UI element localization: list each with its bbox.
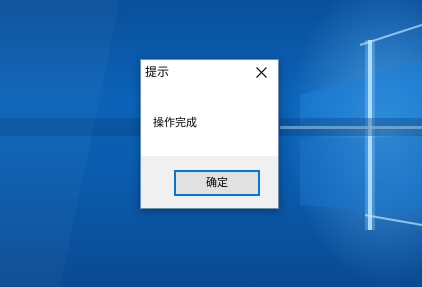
dialog-titlebar[interactable]: 提示	[141, 60, 278, 86]
close-button[interactable]	[244, 60, 278, 86]
dialog-footer: 确定	[141, 156, 278, 208]
ok-button[interactable]: 确定	[174, 170, 260, 196]
dialog-title: 提示	[145, 65, 170, 79]
dialog-content: 操作完成	[141, 86, 278, 156]
dialog-message: 操作完成	[153, 116, 197, 129]
close-icon	[256, 67, 267, 78]
message-dialog: 提示 操作完成 确定	[140, 59, 279, 209]
